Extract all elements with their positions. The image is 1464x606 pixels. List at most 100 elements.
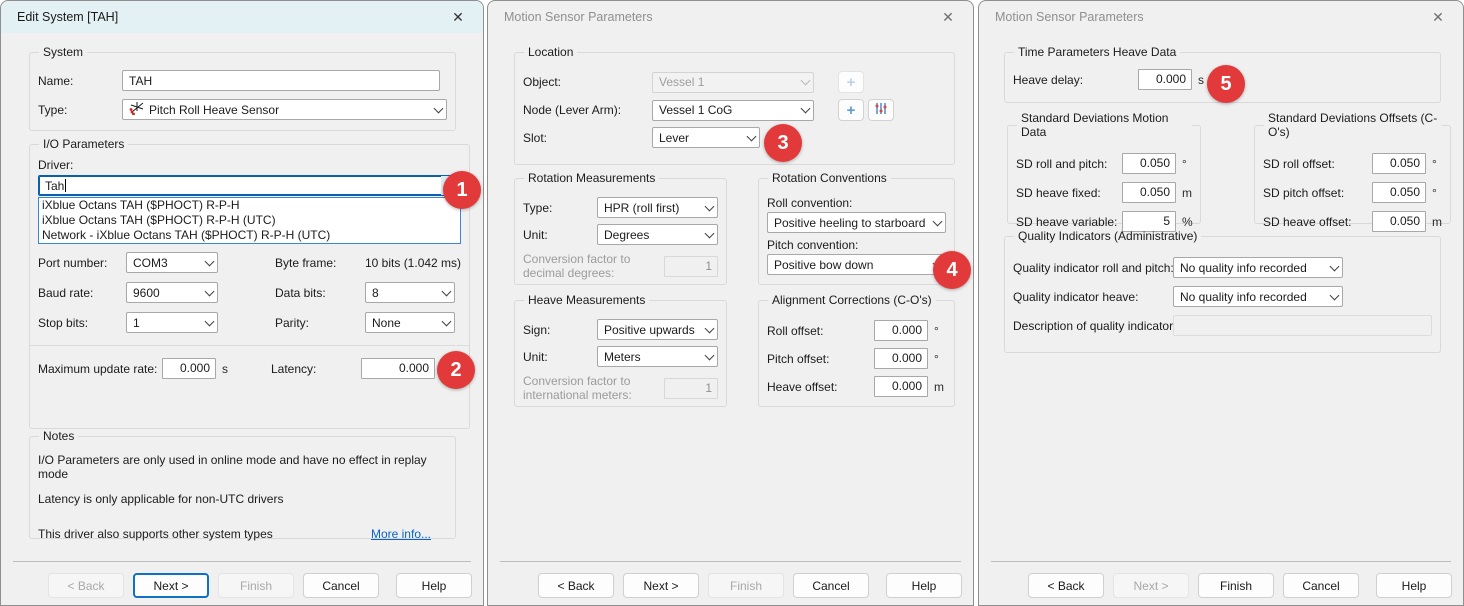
driver-label: Driver: (38, 158, 461, 172)
type-select[interactable]: Pitch Roll Heave Sensor (122, 99, 447, 120)
note-line-2: Latency is only applicable for non-UTC d… (38, 492, 447, 506)
finish-button: Finish (218, 573, 294, 598)
next-button[interactable]: Next > (623, 573, 699, 598)
sd-roll-pitch-unit: ° (1182, 157, 1192, 171)
plus-icon: + (847, 103, 856, 118)
edit-node-offsets-button[interactable] (868, 99, 894, 121)
sd-heave-offset-label: SD heave offset: (1263, 215, 1372, 229)
chevron-down-icon (1330, 290, 1340, 300)
data-bits-select[interactable]: 8 (365, 282, 455, 303)
cancel-button[interactable]: Cancel (303, 573, 379, 598)
name-label: Name: (38, 74, 122, 88)
button-bar-separator (991, 561, 1451, 562)
close-icon[interactable]: ✕ (1427, 6, 1449, 28)
heave-delay-label: Heave delay: (1013, 73, 1138, 87)
driver-dropdown-list: iXblue Octans TAH ($PHOCT) R-P-H iXblue … (38, 197, 461, 244)
baud-rate-select[interactable]: 9600 (126, 282, 218, 303)
rotation-type-select[interactable]: HPR (roll first) (597, 197, 718, 218)
plus-icon: + (847, 75, 856, 90)
sd-roll-pitch-input[interactable]: 0.050 (1122, 153, 1176, 174)
chevron-down-icon (801, 76, 811, 86)
heave-conversion-label: Conversion factor to international meter… (523, 374, 641, 403)
pitch-convention-label: Pitch convention: (767, 238, 946, 252)
quality-roll-pitch-label: Quality indicator roll and pitch: (1013, 261, 1173, 275)
chevron-down-icon (205, 316, 215, 326)
latency-label: Latency: (271, 362, 361, 376)
heave-sign-select[interactable]: Positive upwards (597, 319, 718, 340)
close-icon[interactable]: ✕ (447, 6, 469, 28)
heave-delay-input[interactable]: 0.000 (1138, 69, 1192, 90)
chevron-down-icon (933, 216, 943, 226)
heave-delay-unit: s (1198, 73, 1204, 87)
roll-convention-select[interactable]: Positive heeling to starboard (767, 212, 946, 233)
back-button[interactable]: < Back (1028, 573, 1104, 598)
rotation-unit-select[interactable]: Degrees (597, 224, 718, 245)
driver-value: Tah (45, 179, 64, 193)
chevron-down-icon (1330, 261, 1340, 271)
help-button[interactable]: Help (1376, 573, 1452, 598)
rotation-conversion-label: Conversion factor to decimal degrees: (523, 252, 641, 281)
help-button[interactable]: Help (886, 573, 962, 598)
sd-roll-offset-input[interactable]: 0.050 (1372, 153, 1426, 174)
finish-button: Finish (708, 573, 784, 598)
button-bar: < Back Next > Finish Cancel Help (1, 555, 483, 605)
next-button[interactable]: Next > (133, 573, 209, 598)
group-heave-measurements-legend: Heave Measurements (524, 293, 649, 307)
parity-select[interactable]: None (365, 312, 455, 333)
latency-input[interactable]: 0.000 (361, 358, 435, 379)
slot-select[interactable]: Lever (652, 127, 760, 148)
sd-pitch-offset-input[interactable]: 0.050 (1372, 182, 1426, 203)
type-value: Pitch Roll Heave Sensor (149, 103, 279, 117)
byte-frame-value: 10 bits (1.042 ms) (365, 256, 461, 270)
back-button[interactable]: < Back (538, 573, 614, 598)
group-rotation-measurements: Rotation Measurements Type: HPR (roll fi… (514, 171, 727, 285)
chevron-down-icon (705, 228, 715, 238)
add-node-button[interactable]: + (838, 99, 864, 121)
button-bar-separator (13, 561, 471, 562)
driver-option[interactable]: iXblue Octans TAH ($PHOCT) R-P-H (39, 198, 460, 213)
cancel-button[interactable]: Cancel (793, 573, 869, 598)
quality-roll-pitch-select[interactable]: No quality info recorded (1173, 257, 1343, 278)
stop-bits-select[interactable]: 1 (126, 312, 218, 333)
group-sd-motion-data-legend: Standard Deviations Motion Data (1017, 111, 1192, 139)
heave-offset-input[interactable]: 0.000 (874, 376, 928, 397)
pitch-roll-heave-sensor-icon (129, 101, 144, 118)
byte-frame-label: Byte frame: (275, 256, 365, 270)
driver-option[interactable]: iXblue Octans TAH ($PHOCT) R-P-H (UTC) (39, 213, 460, 228)
help-button[interactable]: Help (396, 573, 472, 598)
node-lever-arm-select[interactable]: Vessel 1 CoG (652, 100, 814, 121)
port-number-select[interactable]: COM3 (126, 252, 218, 273)
finish-button[interactable]: Finish (1198, 573, 1274, 598)
rotation-unit-label: Unit: (523, 228, 597, 242)
name-input[interactable]: TAH (122, 70, 440, 91)
group-system: System Name: TAH Type: (29, 45, 456, 131)
group-alignment-corrections: Alignment Corrections (C-O's) Roll offse… (758, 293, 955, 407)
group-notes-legend: Notes (39, 429, 78, 443)
pitch-offset-input[interactable]: 0.000 (874, 348, 928, 369)
group-rotation-conventions: Rotation Conventions Roll convention: Po… (758, 171, 955, 285)
titlebar-motion-sensor-1: Motion Sensor Parameters ✕ (488, 1, 973, 33)
close-icon[interactable]: ✕ (937, 6, 959, 28)
quality-heave-label: Quality indicator heave: (1013, 290, 1173, 304)
heave-unit-select[interactable]: Meters (597, 346, 718, 367)
heave-offset-label: Heave offset: (767, 380, 874, 394)
max-update-rate-unit: s (222, 362, 228, 376)
pitch-convention-value: Positive bow down (774, 258, 873, 272)
roll-offset-input[interactable]: 0.000 (874, 320, 928, 341)
quality-heave-value: No quality info recorded (1180, 290, 1307, 304)
driver-option[interactable]: Network - iXblue Octans TAH ($PHOCT) R-P… (39, 228, 460, 243)
titlebar-edit-system: Edit System [TAH] ✕ (1, 1, 483, 33)
cancel-button[interactable]: Cancel (1283, 573, 1359, 598)
more-info-link[interactable]: More info... (371, 527, 431, 541)
chevron-down-icon (205, 256, 215, 266)
max-update-rate-input[interactable]: 0.000 (162, 358, 216, 379)
stop-bits-label: Stop bits: (38, 316, 126, 330)
quality-heave-select[interactable]: No quality info recorded (1173, 286, 1343, 307)
sd-heave-fixed-unit: m (1182, 186, 1192, 200)
group-io-legend: I/O Parameters (39, 137, 128, 151)
sd-heave-fixed-input[interactable]: 0.050 (1122, 182, 1176, 203)
group-system-legend: System (39, 45, 87, 59)
pitch-convention-select[interactable]: Positive bow down (767, 254, 946, 275)
group-location: Location Object: Vessel 1 + Node (Lever … (514, 45, 955, 165)
driver-combobox[interactable]: Tah (38, 175, 461, 196)
